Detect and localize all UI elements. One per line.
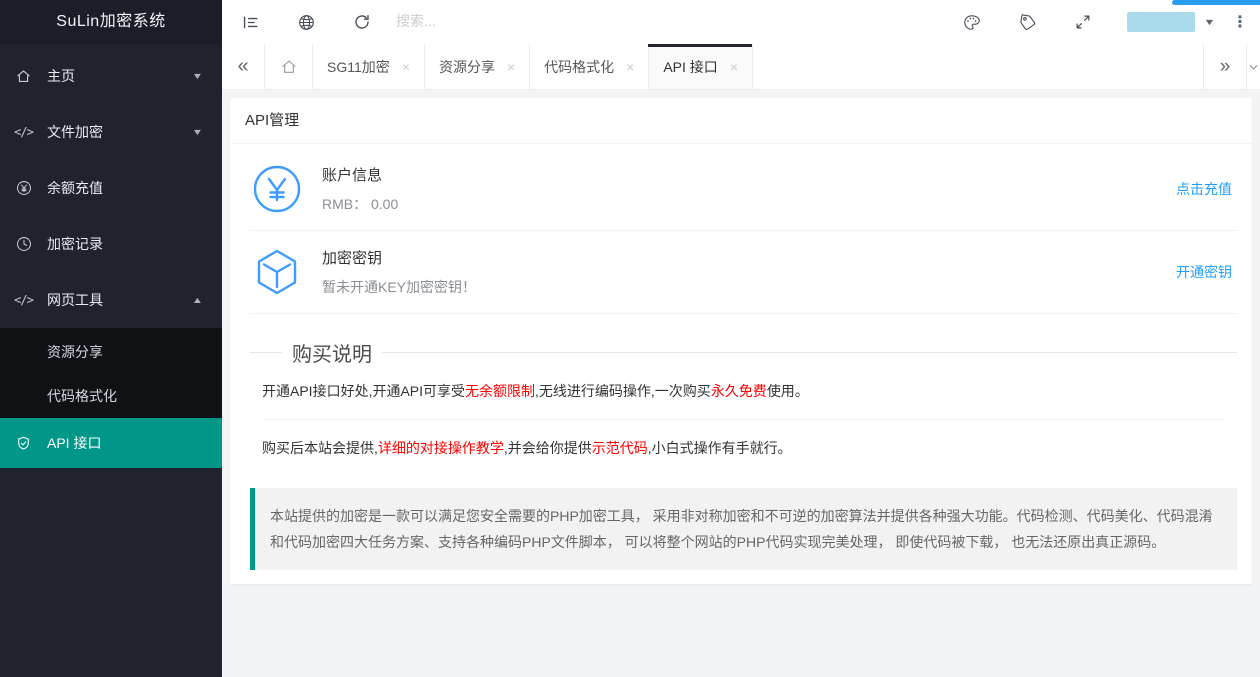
card-title: API管理 xyxy=(230,98,1252,144)
highlight-text: 永久免费 xyxy=(711,383,767,399)
text-segment: ,小白式操作有手就行。 xyxy=(648,440,792,456)
tab-bar: « SG11加密 × 资源分享 × 代码格式化 × API 接口 × » xyxy=(222,44,1260,90)
home-icon xyxy=(280,58,298,76)
palette-icon[interactable] xyxy=(943,0,999,44)
tab-bar-right: » xyxy=(1203,44,1260,89)
highlight-text: 详细的对接操作教学 xyxy=(378,440,504,456)
row-title: 加密密钥 xyxy=(322,247,476,268)
chevron-down-icon[interactable]: ▼ xyxy=(1203,17,1215,27)
close-icon[interactable]: × xyxy=(730,59,738,75)
tab-resource-share[interactable]: 资源分享 × xyxy=(425,44,530,89)
home-icon xyxy=(0,68,47,85)
sidebar-item-resource-share[interactable]: 资源分享 xyxy=(0,330,222,374)
sidebar-item-recharge[interactable]: 余额充值 xyxy=(0,160,222,216)
divider xyxy=(262,419,1225,420)
sidebar-item-records[interactable]: 加密记录 xyxy=(0,216,222,272)
text-segment: 开通API接口好处,开通API可享受 xyxy=(262,383,465,399)
activate-key-link[interactable]: 开通密钥 xyxy=(1176,262,1232,282)
yen-circle-icon xyxy=(0,179,47,197)
app-logo: SuLin加密系统 xyxy=(0,0,222,44)
sidebar-item-api[interactable]: API 接口 xyxy=(0,418,222,468)
sidebar-item-label: 加密记录 xyxy=(47,234,222,254)
sidebar-item-label: 文件加密 xyxy=(47,122,193,142)
card-body: 账户信息 RMB： 0.00 点击充值 加密密钥 暂未开通KEY加密密钥！ 开通… xyxy=(230,144,1252,584)
tab-options-icon[interactable] xyxy=(1246,44,1260,89)
text-segment: ,并会给你提供 xyxy=(504,440,592,456)
scroll-tabs-left-icon[interactable]: « xyxy=(222,44,265,89)
fullscreen-icon[interactable] xyxy=(1055,0,1111,44)
balance-value: RMB： 0.00 xyxy=(322,194,398,214)
close-icon[interactable]: × xyxy=(402,59,410,75)
tab-label: API 接口 xyxy=(663,57,717,77)
text-segment: 购买后本站会提供, xyxy=(262,440,378,456)
row-title: 账户信息 xyxy=(322,164,398,185)
chevron-down-icon: ▼ xyxy=(192,127,204,137)
home-tab[interactable] xyxy=(265,44,313,89)
sidebar-submenu-web-tools: 资源分享 代码格式化 API 接口 xyxy=(0,328,222,468)
globe-icon[interactable] xyxy=(278,0,334,44)
purchase-support-text: 购买后本站会提供,详细的对接操作教学,并会给你提供示范代码,小白式操作有手就行。 xyxy=(262,438,1225,458)
sidebar: SuLin加密系统 主页 ▼ </> 文件加密 ▼ 余额充值 加密记录 xyxy=(0,0,222,677)
top-progress-strip xyxy=(1172,0,1260,5)
collapse-menu-icon[interactable] xyxy=(222,0,278,44)
key-status: 暂未开通KEY加密密钥！ xyxy=(322,277,476,297)
chevron-up-icon: ▲ xyxy=(192,295,204,305)
account-info-row: 账户信息 RMB： 0.00 点击充值 xyxy=(250,148,1237,231)
shield-check-icon xyxy=(0,435,47,452)
purchase-info-legend: 购买说明 xyxy=(282,338,382,367)
tab-label: 代码格式化 xyxy=(544,57,614,77)
purchase-benefit-text: 开通API接口好处,开通API可享受无余额限制,无线进行编码操作,一次购买永久免… xyxy=(262,381,1225,401)
sidebar-item-label: 网页工具 xyxy=(47,290,193,310)
topbar: ▼ ⋮ xyxy=(222,0,1260,44)
sidebar-item-label: 资源分享 xyxy=(47,342,103,362)
sidebar-item-home[interactable]: 主页 ▼ xyxy=(0,48,222,104)
sidebar-item-label: 主页 xyxy=(47,66,193,86)
close-icon[interactable]: × xyxy=(507,59,515,75)
sidebar-item-label: 代码格式化 xyxy=(47,386,117,406)
tab-label: 资源分享 xyxy=(439,57,495,77)
product-description-quote: 本站提供的加密是一款可以满足您安全需要的PHP加密工具， 采用非对称加密和不可逆… xyxy=(250,488,1237,570)
cube-icon xyxy=(252,247,302,297)
highlight-text: 无余额限制 xyxy=(465,383,535,399)
sidebar-item-web-tools[interactable]: </> 网页工具 ▲ xyxy=(0,272,222,328)
encryption-key-text: 加密密钥 暂未开通KEY加密密钥！ xyxy=(322,247,476,297)
tag-icon[interactable] xyxy=(999,0,1055,44)
more-options-icon[interactable]: ⋮ xyxy=(1220,12,1260,32)
code-icon: </> xyxy=(0,293,47,307)
search-input[interactable] xyxy=(396,13,606,29)
code-icon: </> xyxy=(0,125,47,139)
sidebar-item-file-encrypt[interactable]: </> 文件加密 ▼ xyxy=(0,104,222,160)
tab-label: SG11加密 xyxy=(327,57,390,77)
chevron-down-icon: ▼ xyxy=(192,71,204,81)
purchase-info-fieldset: 购买说明 开通API接口好处,开通API可享受无余额限制,无线进行编码操作,一次… xyxy=(250,338,1237,474)
tab-sg11[interactable]: SG11加密 × xyxy=(313,44,425,89)
api-management-card: API管理 账户信息 RMB： 0.00 点击充值 xyxy=(230,98,1252,584)
account-info-text: 账户信息 RMB： 0.00 xyxy=(322,164,398,214)
tab-code-format[interactable]: 代码格式化 × xyxy=(530,44,649,89)
page-content: API管理 账户信息 RMB： 0.00 点击充值 xyxy=(222,90,1260,677)
sidebar-item-label: 余额充值 xyxy=(47,178,222,198)
yen-circle-icon xyxy=(252,164,302,214)
recharge-link[interactable]: 点击充值 xyxy=(1176,179,1232,199)
text-segment: ,无线进行编码操作,一次购买 xyxy=(535,383,711,399)
sidebar-item-label: API 接口 xyxy=(47,433,101,453)
topbar-right: ▼ ⋮ xyxy=(943,0,1260,44)
refresh-icon[interactable] xyxy=(334,0,390,44)
scroll-tabs-right-icon[interactable]: » xyxy=(1203,44,1246,89)
encryption-key-row: 加密密钥 暂未开通KEY加密密钥！ 开通密钥 xyxy=(250,231,1237,314)
username-redacted-block[interactable] xyxy=(1127,12,1195,32)
highlight-text: 示范代码 xyxy=(592,440,648,456)
clock-icon xyxy=(0,235,47,253)
search-box xyxy=(396,13,606,31)
sidebar-item-code-format[interactable]: 代码格式化 xyxy=(0,374,222,418)
main-area: ▼ ⋮ « SG11加密 × 资源分享 × 代码格式化 × API 接口 × » xyxy=(222,0,1260,677)
sidebar-nav: 主页 ▼ </> 文件加密 ▼ 余额充值 加密记录 </> 网页工具 ▲ xyxy=(0,44,222,468)
close-icon[interactable]: × xyxy=(626,59,634,75)
tab-api[interactable]: API 接口 × xyxy=(649,44,753,89)
text-segment: 使用。 xyxy=(767,383,809,399)
